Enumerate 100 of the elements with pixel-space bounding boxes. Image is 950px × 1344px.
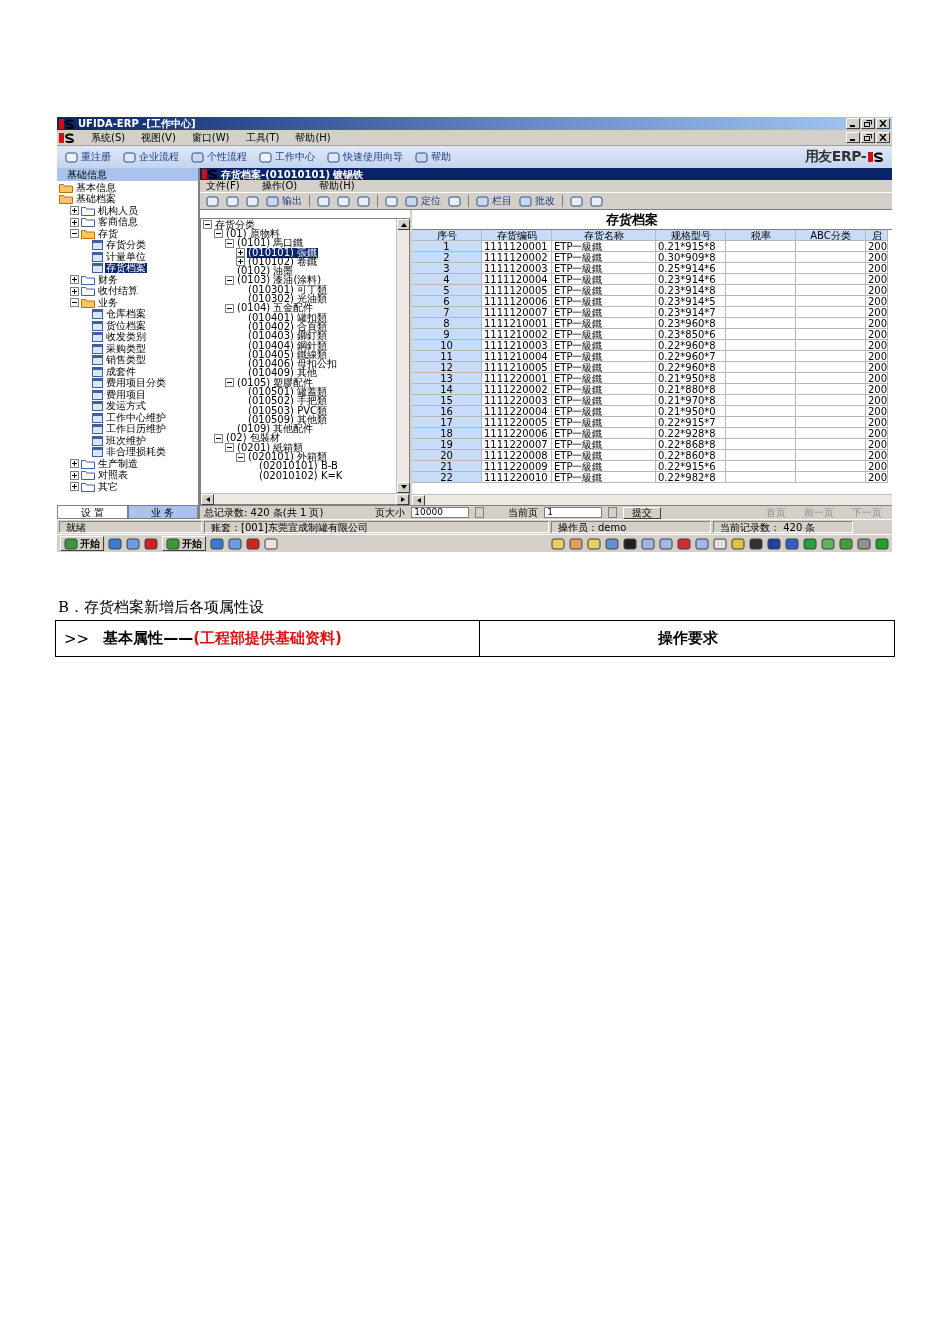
menu-item[interactable]: 文件(F) [206,179,240,193]
collapse-icon[interactable] [225,443,234,453]
scroll-up-button[interactable] [397,219,410,230]
page-size-field[interactable]: 10000 [411,507,470,518]
restore-button[interactable] [861,132,875,143]
toolbar-button[interactable]: 快速使用向导 [327,150,403,164]
toolbar-button[interactable]: 定位 [405,194,441,208]
category-item[interactable]: (010101) 張鐵 [247,247,319,258]
tree-item[interactable]: 费用项目分类 [105,378,167,389]
collapse-icon[interactable] [214,433,223,443]
menu-item[interactable]: 窗口(W) [191,130,230,145]
tree-item[interactable]: 客商信息 [97,217,139,228]
category-item[interactable]: (010502) 手把類 [247,396,329,407]
menu-item[interactable]: 工具(T) [245,130,280,145]
category-item[interactable]: 存货分类 [214,219,256,230]
tree-item[interactable]: 成套件 [105,366,137,377]
close-button[interactable] [876,132,890,143]
collapse-icon[interactable] [70,298,79,308]
tree-item[interactable]: 业务 [97,297,119,308]
category-item[interactable]: (0103) 漆油(涂料) [236,275,323,286]
collapse-icon[interactable] [225,238,234,248]
spinner[interactable] [608,507,618,518]
app-icon[interactable] [785,537,799,550]
app-icon[interactable] [623,537,637,550]
spinner[interactable] [475,507,485,518]
menu-item[interactable]: 视图(V) [141,130,176,145]
menu-item[interactable]: 操作(O) [261,179,298,193]
collapse-icon[interactable] [225,275,234,285]
tree-item[interactable]: 工作中心维护 [105,412,167,423]
toolbar-button[interactable]: 帮助 [415,150,451,164]
app-icon[interactable] [767,537,781,550]
tree-item[interactable]: 存货分类 [105,240,147,251]
scroll-left-button[interactable] [412,495,425,506]
tree-item[interactable]: 非合理损耗类 [105,447,167,458]
category-item[interactable]: (010404) 鋼針類 [247,340,329,351]
toolbar-button[interactable]: 工作中心 [259,150,315,164]
menu-item[interactable]: 系统(S) [91,130,126,145]
tree-item[interactable]: 班次维护 [105,435,147,446]
sidebar-tab[interactable]: 业 务 [127,506,198,519]
expand-icon[interactable] [70,459,79,469]
app-icon[interactable] [803,537,817,550]
collapse-icon[interactable] [225,303,234,313]
tree-item[interactable]: 采购类型 [105,343,147,354]
app-icon[interactable] [144,537,158,550]
category-item[interactable]: (0104) 五金配件 [236,303,315,314]
collapse-icon[interactable] [225,378,234,388]
category-item[interactable]: (010401) 罐扣類 [247,312,329,323]
app-icon[interactable] [108,537,122,550]
tree-item[interactable]: 收发类别 [105,332,147,343]
collapse-icon[interactable] [214,229,223,239]
category-item[interactable]: (0102) 油墨 [236,266,295,277]
expand-icon[interactable] [70,275,79,285]
category-item[interactable]: (010402) 合頁類 [247,321,329,332]
scroll-down-button[interactable] [397,482,410,493]
restore-button[interactable] [861,118,875,129]
start-button[interactable]: 开始 [60,536,104,551]
app-icon[interactable] [875,537,889,550]
tree-item[interactable]: 其它 [97,481,119,492]
category-item[interactable]: (010406) 母扣公扣 [247,359,339,370]
expand-icon[interactable] [70,470,79,480]
expand-icon[interactable] [70,482,79,492]
close-button[interactable] [876,118,890,129]
toolbar-button[interactable]: 个性流程 [191,150,247,164]
category-item[interactable]: (02010101) B-B [258,461,339,472]
category-item[interactable]: (010509) 其他類 [247,414,329,425]
submit-button[interactable]: 提交 [623,506,662,519]
collapse-icon[interactable] [70,229,79,239]
menu-item[interactable]: 帮助(H) [295,130,331,145]
tree-item[interactable]: 生产制造 [97,458,139,469]
minimize-button[interactable] [846,118,860,129]
category-item[interactable]: (02) 包裝材 [225,433,281,444]
scroll-left-button[interactable] [201,494,214,505]
tree-item[interactable]: 基本信息 [75,182,117,193]
expand-icon[interactable] [70,206,79,216]
toolbar-button[interactable]: 栏目 [476,194,512,208]
toolbar-button[interactable]: 输出 [266,194,302,208]
tree-item[interactable]: 仓库档案 [105,309,147,320]
tree-item[interactable]: 收付结算 [97,286,139,297]
toolbar-button[interactable]: 重注册 [65,150,111,164]
tree-item[interactable]: 对照表 [97,470,129,481]
toolbar-button[interactable]: 批改 [519,194,555,208]
start-button[interactable]: 开始 [162,536,206,551]
app-icon[interactable] [246,537,260,550]
tree-item[interactable]: 销售类型 [105,355,147,366]
category-item[interactable]: (010403) 鉚釘類 [247,331,329,342]
collapse-icon[interactable] [236,452,245,462]
category-item[interactable]: (0105) 塑膠配件 [236,377,315,388]
tree-item[interactable]: 存货 [97,228,119,239]
category-item[interactable]: (010409) 其他 [247,368,319,379]
app-icon[interactable] [210,537,224,550]
category-item[interactable]: (02010102) K=K [258,470,344,481]
sidebar-tab[interactable]: 设 置 [57,506,128,519]
tree-item[interactable]: 财务 [97,274,119,285]
category-item[interactable]: (010102) 卷鐵 [247,256,319,267]
expand-icon[interactable] [236,248,245,258]
toolbar-button[interactable]: 企业流程 [123,150,179,164]
current-page-field[interactable]: 1 [544,507,603,518]
minimize-button[interactable] [846,132,860,143]
tree-item[interactable]: 货位档案 [105,320,147,331]
category-item[interactable]: (010301) 可丁類 [247,284,329,295]
